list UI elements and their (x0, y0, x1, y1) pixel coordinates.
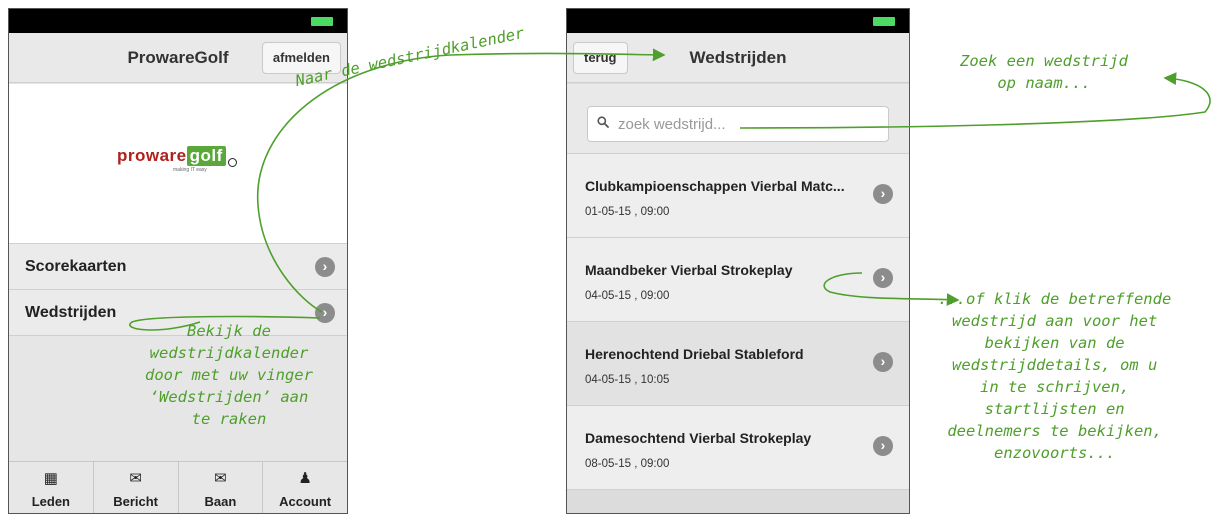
chevron-right-icon: › (873, 436, 893, 456)
logo-brand-right: golf (186, 146, 226, 166)
golf-ball-icon (228, 158, 237, 167)
search-box[interactable] (587, 106, 889, 142)
logo-tagline: making IT easy (173, 167, 207, 173)
search-icon (597, 116, 609, 128)
envelope-icon: ✉ (214, 470, 227, 487)
match-datetime: 08-05-15 , 09:00 (585, 458, 670, 470)
match-list-item[interactable]: Clubkampioenschappen Vierbal Matc... 01-… (567, 154, 909, 238)
tab-label: Bericht (113, 494, 159, 509)
tab-leden[interactable]: ▦ Leden (9, 462, 94, 513)
match-datetime: 01-05-15 , 09:00 (585, 206, 670, 218)
status-bar (567, 9, 909, 33)
logo-brand-left: proware (117, 146, 187, 165)
match-list-item[interactable]: Herenochtend Driebal Stableford 04-05-15… (567, 322, 909, 406)
match-title: Damesochtend Vierbal Strokeplay (585, 430, 812, 446)
tab-bericht[interactable]: ✉ Bericht (94, 462, 179, 513)
tab-label: Account (279, 494, 332, 509)
user-icon: ♟ (298, 470, 312, 487)
matches-screen: terug Wedstrijden Clubkampioenschappen V… (566, 8, 910, 514)
match-title: Herenochtend Driebal Stableford (585, 346, 804, 362)
chevron-right-icon: › (873, 184, 893, 204)
chevron-right-icon: › (873, 352, 893, 372)
tab-label: Baan (204, 494, 237, 509)
tab-account[interactable]: ♟ Account (263, 462, 347, 513)
status-bar (9, 9, 347, 33)
search-bar (567, 84, 909, 154)
match-title: Maandbeker Vierbal Strokeplay (585, 262, 793, 278)
annotation-search-hint: Zoek een wedstrijd op naam... (960, 52, 1128, 92)
matches-header: terug Wedstrijden (567, 33, 909, 83)
search-input[interactable] (618, 107, 880, 141)
logo-area: proware golf making IT easy (9, 84, 347, 244)
match-list-item[interactable]: Maandbeker Vierbal Strokeplay 04-05-15 ,… (567, 238, 909, 322)
match-datetime: 04-05-15 , 10:05 (585, 374, 670, 386)
match-title: Clubkampioenschappen Vierbal Matc... (585, 178, 845, 194)
envelope-icon: ✉ (129, 470, 142, 487)
tab-label: Leden (31, 494, 71, 509)
annotation-tap-hint: Bekijk de wedstrijdkalender door met uw … (145, 322, 313, 428)
chevron-right-icon: › (315, 257, 335, 277)
menu-item-label: Scorekaarten (25, 258, 127, 275)
menu-item-label: Wedstrijden (25, 304, 117, 321)
chevron-right-icon: › (873, 268, 893, 288)
battery-icon (873, 17, 895, 26)
tab-bar: ▦ Leden ✉ Bericht ✉ Baan ♟ Account (9, 461, 347, 513)
battery-icon (311, 17, 333, 26)
proware-golf-logo: proware golf making IT easy (117, 146, 237, 186)
match-datetime: 04-05-15 , 09:00 (585, 290, 670, 302)
tab-baan[interactable]: ✉ Baan (179, 462, 264, 513)
chevron-right-icon: › (315, 303, 335, 323)
document-icon: ▦ (43, 470, 58, 487)
match-list-item[interactable]: Damesochtend Vierbal Strokeplay 08-05-15… (567, 406, 909, 490)
menu-item-scorekaarten[interactable]: Scorekaarten › (9, 244, 347, 290)
annotation-click-hint: ...of klik de betreffende wedstrijd aan … (938, 290, 1172, 462)
page-title: Wedstrijden (689, 48, 787, 67)
